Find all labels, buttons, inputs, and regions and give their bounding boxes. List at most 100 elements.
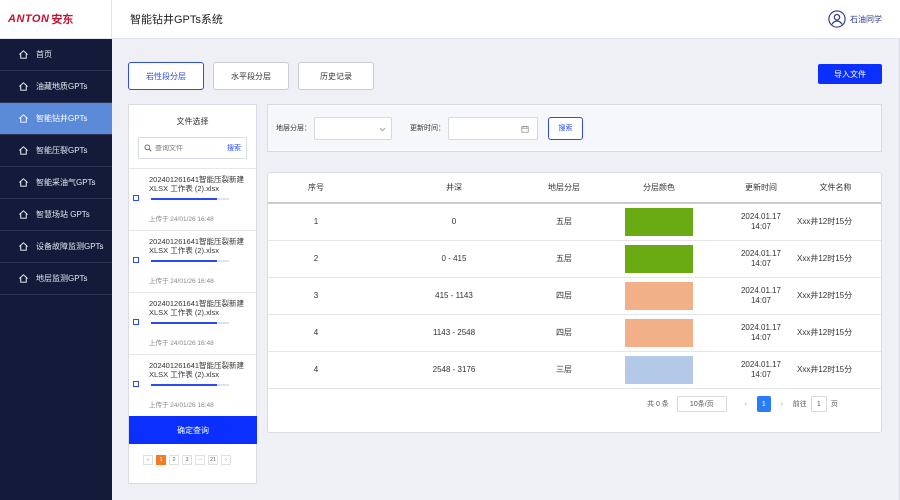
- file-panel: 文件选择 搜索 202401261641智能压裂新建 XLSX 工作表 (2).…: [128, 104, 257, 484]
- sidebar-item-5[interactable]: 智慧场站 GPTs: [0, 199, 112, 231]
- upload-progress-fill: [151, 322, 218, 324]
- update-date: 2024.01.17: [740, 322, 782, 332]
- sidebar-item-label: 油藏地质GPTs: [36, 82, 88, 91]
- file-name-cell: Xxx井12时15分: [788, 351, 881, 389]
- file-checkbox[interactable]: [133, 195, 139, 201]
- table-row: 1 0 五层 2024.01.17 14:07 Xxx井12时15分: [268, 203, 881, 241]
- home-icon: [19, 50, 28, 59]
- sidebar-item-1[interactable]: 油藏地质GPTs: [0, 71, 112, 103]
- upload-time: 上传于 24/01/26 16:48: [149, 278, 214, 285]
- sidebar-item-4[interactable]: 智能采油气GPTs: [0, 167, 112, 199]
- file-page-button[interactable]: ›: [221, 455, 231, 465]
- logo: ANTON 安东: [0, 0, 112, 39]
- layer-color-cell: [584, 277, 734, 315]
- layer-color-swatch: [625, 244, 693, 273]
- sidebar-item-label: 首页: [36, 50, 52, 59]
- row-number: 2: [268, 240, 364, 278]
- file-page-button[interactable]: 2: [169, 455, 179, 465]
- filter-search-button[interactable]: 搜索: [548, 116, 583, 140]
- layer-name: 五层: [544, 203, 584, 241]
- update-time: 2024.01.17 14:07: [734, 240, 788, 278]
- confirm-query-button[interactable]: 确定查询: [129, 416, 257, 444]
- file-name-cell: Xxx井12时15分: [788, 203, 881, 241]
- goto-page-input[interactable]: 1: [810, 396, 827, 412]
- date-picker[interactable]: [448, 116, 538, 140]
- upload-progress-bar: [151, 198, 229, 200]
- page-title: 智能钻井GPTs系统: [130, 14, 223, 26]
- list-item[interactable]: 202401261641智能压裂新建 XLSX 工作表 (2).xlsx 上传于 …: [129, 293, 256, 355]
- page-number-button[interactable]: 1: [756, 396, 771, 412]
- layer-color-cell: [584, 240, 734, 278]
- layer-select[interactable]: [314, 116, 392, 140]
- update-clock: 14:07: [750, 369, 772, 379]
- list-item[interactable]: 202401261641智能压裂新建 XLSX 工作表 (2).xlsx 上传于 …: [129, 355, 256, 417]
- update-time: 2024.01.17 14:07: [734, 351, 788, 389]
- file-pagination: ‹ 1 2 3 ··· 21 ›: [143, 455, 231, 465]
- sidebar-item-7[interactable]: 地层监测GPTs: [0, 263, 112, 295]
- update-time: 2024.01.17 14:07: [734, 314, 788, 352]
- tab-0[interactable]: 岩性段分层: [128, 62, 204, 90]
- file-page-button[interactable]: ‹: [143, 455, 153, 465]
- home-icon: [19, 274, 28, 283]
- well-depth: 2548 - 3176: [364, 351, 544, 389]
- next-page-button[interactable]: ›: [775, 396, 789, 412]
- list-item[interactable]: 202401261641智能压裂新建 XLSX 工作表 (2).xlsx 上传于 …: [129, 231, 256, 293]
- well-depth: 0: [364, 203, 544, 241]
- sidebar-item-3[interactable]: 智能压裂GPTs: [0, 135, 112, 167]
- file-list: 202401261641智能压裂新建 XLSX 工作表 (2).xlsx 上传于 …: [129, 168, 256, 417]
- upload-progress-fill: [151, 384, 218, 386]
- file-name: 202401261641智能压裂新建 XLSX 工作表 (2).xlsx: [149, 361, 245, 379]
- topbar: 智能钻井GPTs系统 石油同学: [112, 0, 900, 39]
- layer-color-cell: [584, 203, 734, 241]
- user-menu[interactable]: 石油同学: [828, 10, 882, 28]
- sidebar-item-label: 智能压裂GPTs: [36, 146, 88, 155]
- update-time: 2024.01.17 14:07: [734, 203, 788, 241]
- chevron-down-icon: [379, 127, 386, 131]
- sidebar: ANTON 安东 首页油藏地质GPTs 智能钻井GPTs 智能压裂GPTs 智能采油气…: [0, 0, 112, 500]
- file-page-button[interactable]: 21: [208, 455, 218, 465]
- table-row: 20 - 415 五层 2024.01.17 14:07 Xxx井12时15分: [268, 240, 881, 278]
- calendar-icon: [521, 125, 529, 133]
- home-icon: [19, 82, 28, 91]
- sidebar-item-6[interactable]: 设备故障监测GPTs: [0, 231, 112, 263]
- file-checkbox[interactable]: [133, 257, 139, 263]
- upload-time: 上传于 24/01/26 16:48: [149, 402, 214, 409]
- list-item[interactable]: 202401261641智能压裂新建 XLSX 工作表 (2).xlsx 上传于 …: [129, 169, 256, 231]
- update-date: 2024.01.17: [740, 248, 782, 258]
- column-header: 更新时间: [734, 173, 788, 204]
- sidebar-nav: 首页油藏地质GPTs 智能钻井GPTs 智能压裂GPTs 智能采油气GPTs 智慧场站 …: [0, 39, 112, 295]
- file-checkbox[interactable]: [133, 319, 139, 325]
- column-header: 分层颜色: [584, 173, 734, 204]
- file-page-button[interactable]: 3: [182, 455, 192, 465]
- import-file-button[interactable]: 导入文件: [818, 64, 882, 84]
- sidebar-item-0[interactable]: 首页: [0, 39, 112, 71]
- table-pagination: 共 0 条 10条/页 ‹ 1 › 前往 1 页: [647, 396, 838, 412]
- tab-1[interactable]: 水平段分层: [213, 62, 289, 90]
- file-checkbox[interactable]: [133, 381, 139, 387]
- file-page-button[interactable]: 1: [156, 455, 166, 465]
- update-time: 2024.01.17 14:07: [734, 277, 788, 315]
- page-size-select[interactable]: 10条/页: [676, 396, 727, 412]
- sidebar-item-2[interactable]: 智能钻井GPTs: [0, 103, 112, 135]
- column-header: 文件名称: [788, 173, 881, 204]
- layer-name: 四层: [544, 277, 584, 315]
- file-search-button[interactable]: 搜索: [227, 143, 241, 153]
- layer-name: 五层: [544, 240, 584, 278]
- tab-2[interactable]: 历史记录: [298, 62, 374, 90]
- table-row: 4 1143 - 2548 四层 2024.01.17 14:07 Xxx井12时15分: [268, 314, 881, 352]
- layer-color-cell: [584, 351, 734, 389]
- logo-cn: 安东: [51, 14, 74, 26]
- prev-page-button[interactable]: ‹: [739, 396, 753, 412]
- home-icon: [19, 114, 28, 123]
- sidebar-item-label: 智能采油气GPTs: [36, 178, 96, 187]
- upload-progress-bar: [151, 384, 229, 386]
- row-number: 1: [268, 203, 364, 241]
- upload-progress-bar: [151, 260, 229, 262]
- data-table: 序号 井深 地层分层 分层颜色 更新时间 文件名称 1 0 五层 2024.01.17 14:07…: [268, 173, 881, 389]
- main-content: 岩性段分层水平段分层历史记录 导入文件 文件选择 搜索 202401261641…: [112, 39, 900, 500]
- layer-color-swatch: [625, 281, 693, 310]
- table-row: 3 415 - 1143 四层 2024.01.17 14:07 Xxx井12时15分: [268, 277, 881, 315]
- file-page-button[interactable]: ···: [195, 455, 205, 465]
- table-body: 1 0 五层 2024.01.17 14:07 Xxx井12时15分 2 0 - 415 五层 2…: [268, 203, 881, 389]
- file-search-input[interactable]: [155, 144, 215, 152]
